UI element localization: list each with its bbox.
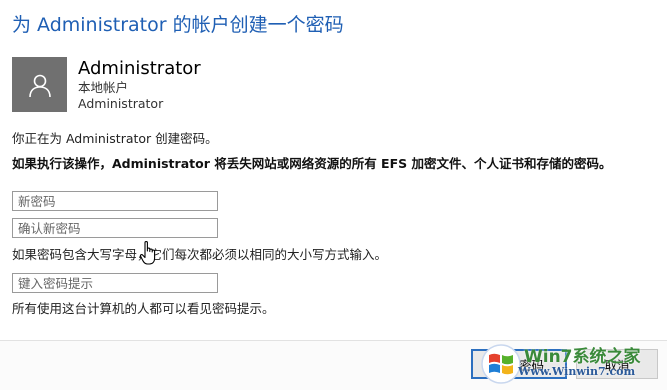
hint-visibility-note: 所有使用这台计算机的人都可以看见密码提示。 xyxy=(12,301,275,316)
account-username: Administrator xyxy=(78,96,164,111)
new-password-input[interactable] xyxy=(12,191,218,211)
account-type: 本地帐户 xyxy=(78,80,129,95)
user-icon xyxy=(28,74,51,97)
cancel-button[interactable]: 取消 xyxy=(576,349,658,379)
efs-warning-text: 如果执行该操作，Administrator 将丢失网站或网络资源的所有 EFS … xyxy=(12,156,612,171)
confirm-password-input[interactable] xyxy=(12,218,218,238)
account-details: Administrator 本地帐户 Administrator xyxy=(78,57,201,112)
account-card: Administrator 本地帐户 Administrator xyxy=(12,57,201,112)
create-password-page: 为 Administrator 的帐户创建一个密码 Administrator … xyxy=(0,0,667,390)
creating-password-text: 你正在为 Administrator 创建密码。 xyxy=(12,131,218,146)
password-hint-input[interactable] xyxy=(12,273,218,293)
create-password-button[interactable]: 创建密码 xyxy=(471,349,567,379)
hand-cursor-icon xyxy=(139,241,156,265)
case-sensitivity-note: 如果密码包含大写字母，它们每次都必须以相同的大小写方式输入。 xyxy=(12,247,388,262)
account-name: Administrator xyxy=(78,58,201,79)
avatar xyxy=(12,57,67,112)
page-title: 为 Administrator 的帐户创建一个密码 xyxy=(12,14,344,36)
